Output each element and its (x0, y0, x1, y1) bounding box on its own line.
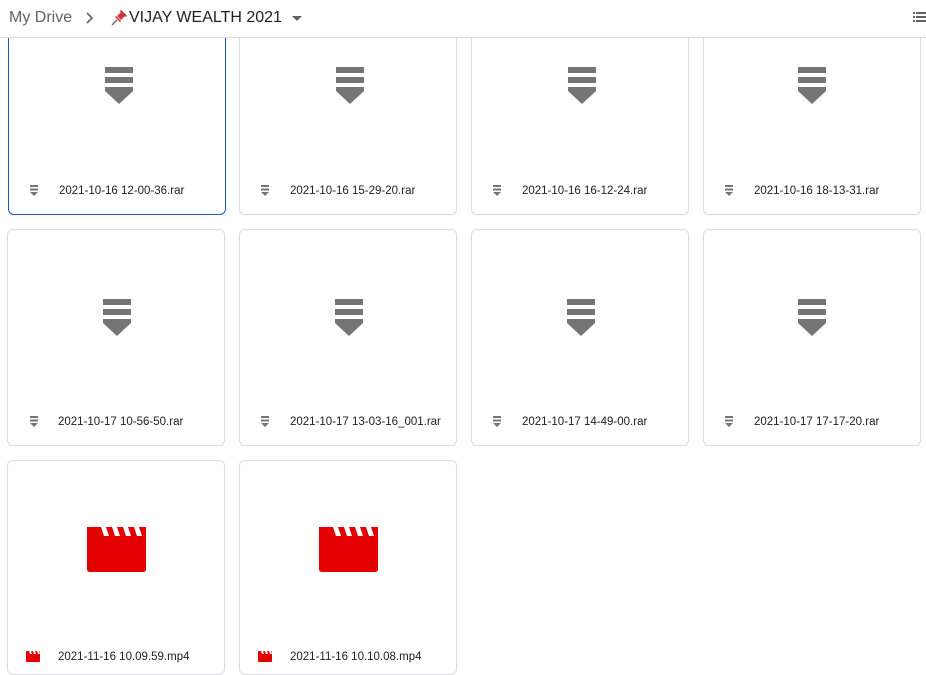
file-card[interactable]: 2021-10-17 17-17-20.rar (703, 229, 921, 446)
archive-file-icon (105, 67, 133, 104)
file-thumbnail (472, 230, 688, 390)
caret-down-icon (291, 16, 302, 21)
video-clapperboard-icon (258, 651, 272, 662)
file-thumbnail (8, 461, 224, 621)
archive-file-icon (493, 416, 501, 427)
file-thumbnail (240, 461, 456, 621)
file-card[interactable]: 2021-10-17 13-03-16_001.rar (239, 229, 457, 446)
file-name-row: 2021-10-16 12-00-36.rar (9, 170, 225, 214)
file-card[interactable]: 2021-10-17 14-49-00.rar (471, 229, 689, 446)
file-grid: 2021-10-16 12-00-36.rar 2021-10-16 15-29… (0, 0, 926, 675)
archive-file-icon (725, 185, 733, 196)
file-name-row: 2021-10-16 15-29-20.rar (240, 170, 456, 214)
file-name: 2021-10-16 18-13-31.rar (754, 185, 880, 197)
file-name: 2021-10-17 13-03-16_001.rar (290, 416, 441, 428)
file-name-row: 2021-11-16 10.10.08.mp4 (240, 632, 456, 674)
archive-file-icon (798, 67, 826, 104)
breadcrumb-bar: My Drive VIJAY WEALTH 2021 (0, 0, 926, 38)
file-name: 2021-10-17 17-17-20.rar (754, 416, 880, 428)
file-name: 2021-11-16 10.10.08.mp4 (290, 651, 422, 663)
archive-file-icon (30, 185, 38, 196)
file-card[interactable]: 2021-11-16 10.09.59.mp4 (7, 460, 225, 675)
breadcrumb-current-folder[interactable]: VIJAY WEALTH 2021 (110, 6, 302, 30)
file-name: 2021-10-16 16-12-24.rar (522, 185, 648, 197)
file-name-row: 2021-11-16 10.09.59.mp4 (8, 632, 224, 674)
file-name-row: 2021-10-17 10-56-50.rar (8, 401, 224, 445)
archive-file-icon (103, 299, 131, 336)
file-name-row: 2021-10-16 18-13-31.rar (704, 170, 920, 214)
archive-file-icon (261, 185, 269, 196)
archive-file-icon (725, 416, 733, 427)
breadcrumb-my-drive[interactable]: My Drive (9, 8, 72, 28)
archive-file-icon (336, 67, 364, 104)
archive-file-icon (567, 299, 595, 336)
file-name: 2021-10-17 14-49-00.rar (522, 416, 648, 428)
video-clapperboard-icon (87, 527, 146, 572)
list-view-icon[interactable] (913, 11, 926, 25)
file-name-row: 2021-10-17 17-17-20.rar (704, 401, 920, 445)
archive-file-icon (568, 67, 596, 104)
archive-file-icon (335, 299, 363, 336)
file-card[interactable]: 2021-10-17 10-56-50.rar (7, 229, 225, 446)
file-name: 2021-11-16 10.09.59.mp4 (58, 651, 190, 663)
file-name-row: 2021-10-16 16-12-24.rar (472, 170, 688, 214)
file-thumbnail (8, 230, 224, 390)
file-name: 2021-10-16 15-29-20.rar (290, 185, 416, 197)
file-name-row: 2021-10-17 14-49-00.rar (472, 401, 688, 445)
archive-file-icon (30, 416, 38, 427)
pushpin-icon (111, 10, 127, 26)
file-name: 2021-10-16 12-00-36.rar (59, 185, 185, 197)
archive-file-icon (493, 185, 501, 196)
file-card[interactable]: 2021-11-16 10.10.08.mp4 (239, 460, 457, 675)
archive-file-icon (261, 416, 269, 427)
folder-title: VIJAY WEALTH 2021 (129, 9, 282, 26)
file-thumbnail (704, 230, 920, 390)
chevron-right-icon (86, 12, 94, 24)
video-clapperboard-icon (319, 527, 378, 572)
file-name-row: 2021-10-17 13-03-16_001.rar (240, 401, 456, 445)
video-clapperboard-icon (26, 651, 40, 662)
archive-file-icon (798, 299, 826, 336)
file-thumbnail (240, 230, 456, 390)
file-name: 2021-10-17 10-56-50.rar (58, 416, 184, 428)
